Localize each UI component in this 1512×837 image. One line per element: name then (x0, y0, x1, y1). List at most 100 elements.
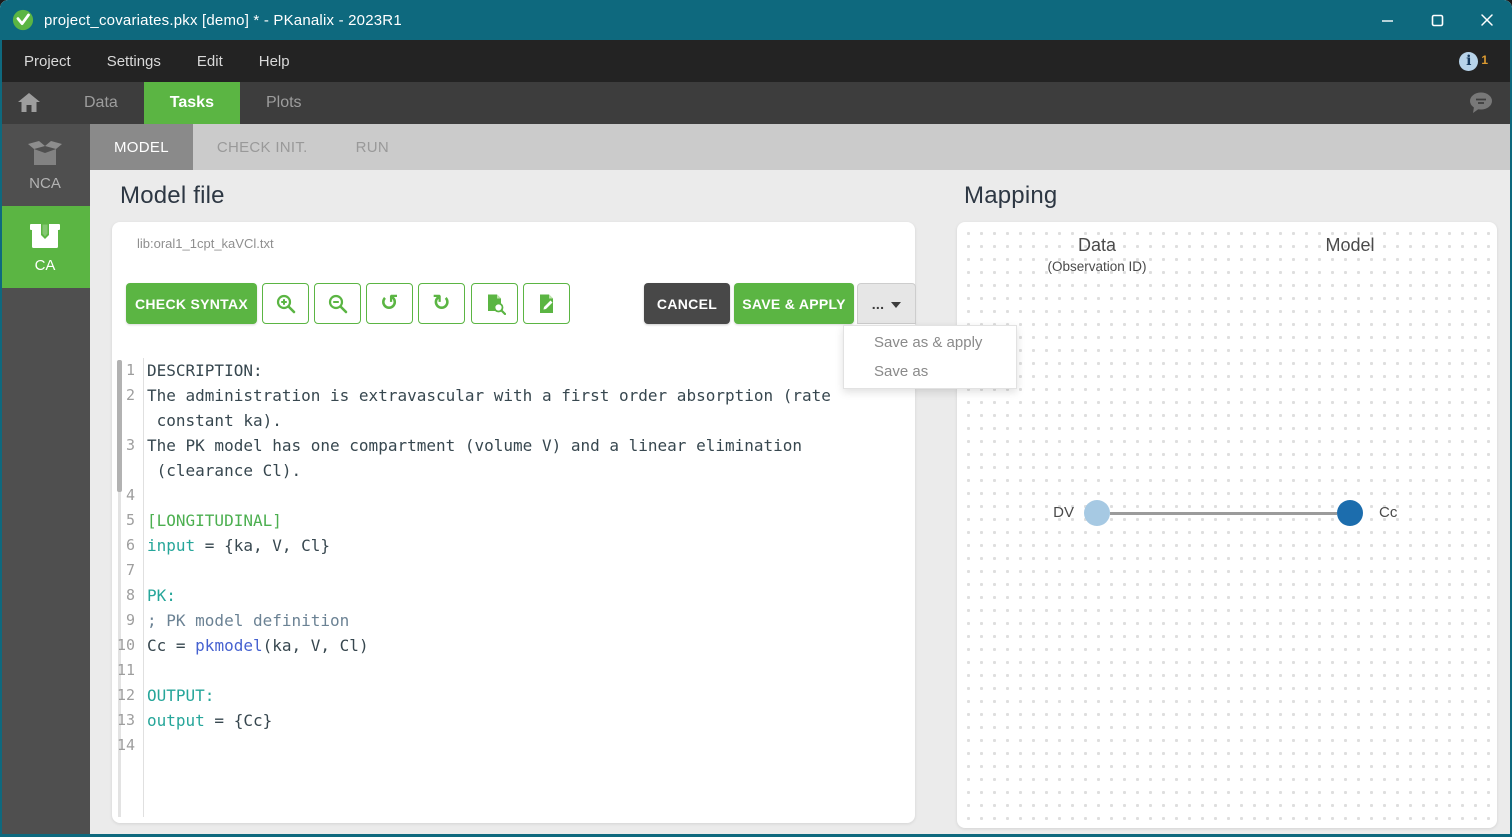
subtab-run[interactable]: RUN (332, 124, 413, 170)
notification-count: 1 (1481, 53, 1488, 67)
subtab-model[interactable]: MODEL (90, 124, 193, 170)
save-apply-button[interactable]: SAVE & APPLY (734, 283, 854, 324)
line-text: The PK model has one compartment (volume… (135, 433, 802, 458)
pkanalix-logo-icon (12, 9, 34, 31)
mapping-target-node[interactable] (1337, 500, 1363, 526)
redo-button[interactable]: ↻ (418, 283, 465, 324)
check-syntax-button[interactable]: CHECK SYNTAX (126, 283, 257, 324)
close-button[interactable] (1462, 0, 1512, 40)
more-label: ... (872, 296, 885, 312)
code-line[interactable]: 3The PK model has one compartment (volum… (112, 433, 913, 458)
edit-file-button[interactable] (523, 283, 570, 324)
mapping-card: Data (Observation ID) Model DV Cc (957, 222, 1497, 828)
notifications[interactable]: i 1 (1459, 52, 1488, 71)
code-line[interactable]: 10Cc = pkmodel(ka, V, Cl) (112, 633, 913, 658)
code-line[interactable]: 7 (112, 558, 913, 583)
line-text (135, 733, 147, 758)
line-number: 14 (112, 733, 135, 758)
titlebar: project_covariates.pkx [demo] * - PKanal… (0, 0, 1512, 40)
document-edit-icon (537, 293, 557, 315)
menu-project[interactable]: Project (12, 53, 83, 70)
open-box-icon (26, 139, 64, 169)
model-file-card: lib:oral1_1cpt_kaVCl.txt CHECK SYNTAX (112, 222, 915, 823)
code-line[interactable]: 11 (112, 658, 913, 683)
code-line[interactable]: 12OUTPUT: (112, 683, 913, 708)
line-number: 3 (112, 433, 135, 458)
mapping-source-label: DV (1050, 504, 1074, 521)
sidebar-item-nca[interactable]: NCA (0, 124, 90, 206)
line-text: ; PK model definition (135, 608, 349, 633)
menu-edit[interactable]: Edit (185, 53, 235, 70)
code-line[interactable]: (clearance Cl). (112, 458, 913, 483)
minimize-button[interactable] (1362, 0, 1412, 40)
undo-button[interactable]: ↺ (366, 283, 413, 324)
line-text (135, 558, 147, 583)
sidebar-item-ca[interactable]: CA (0, 206, 90, 288)
line-text: output = {Cc} (135, 708, 272, 733)
code-line[interactable]: 2The administration is extravascular wit… (112, 383, 913, 408)
feedback-button[interactable] (1450, 82, 1512, 124)
menu-item-save-as-apply[interactable]: Save as & apply (844, 328, 1016, 357)
app-window: project_covariates.pkx [demo] * - PKanal… (0, 0, 1512, 837)
mapping-heading: Mapping (964, 182, 1057, 210)
tab-plots[interactable]: Plots (240, 82, 328, 124)
menu-help[interactable]: Help (247, 53, 302, 70)
model-code-editor[interactable]: 1DESCRIPTION:2The administration is extr… (112, 358, 915, 817)
tab-tasks[interactable]: Tasks (144, 82, 240, 124)
code-line[interactable]: 6input = {ka, V, Cl} (112, 533, 913, 558)
chevron-down-icon (891, 302, 901, 308)
code-line[interactable]: 5[LONGITUDINAL] (112, 508, 913, 533)
code-line[interactable]: 4 (112, 483, 913, 508)
code-line[interactable]: 9; PK model definition (112, 608, 913, 633)
zoom-out-icon (327, 293, 349, 315)
zoom-in-button[interactable] (262, 283, 309, 324)
mapping-connection-line (1110, 512, 1337, 515)
zoom-out-button[interactable] (314, 283, 361, 324)
line-text: constant ka). (135, 408, 282, 433)
line-number: 12 (112, 683, 135, 708)
main-area: MODEL CHECK INIT. RUN Model file lib:ora… (90, 124, 1512, 837)
menu-item-save-as[interactable]: Save as (844, 357, 1016, 386)
window-controls (1362, 0, 1512, 40)
chat-icon (1467, 90, 1495, 116)
line-number: 11 (112, 658, 135, 683)
line-number: 2 (112, 383, 135, 408)
subtab-check-init[interactable]: CHECK INIT. (193, 124, 332, 170)
line-text: input = {ka, V, Cl} (135, 533, 330, 558)
code-line[interactable]: constant ka). (112, 408, 913, 433)
line-number: 7 (112, 558, 135, 583)
preview-model-button[interactable] (471, 283, 518, 324)
code-rows: 1DESCRIPTION:2The administration is extr… (112, 358, 913, 758)
closed-box-icon (27, 221, 63, 251)
model-filename: lib:oral1_1cpt_kaVCl.txt (137, 236, 274, 251)
code-line[interactable]: 1DESCRIPTION: (112, 358, 913, 383)
code-line[interactable]: 13output = {Cc} (112, 708, 913, 733)
home-icon (16, 91, 42, 115)
mapping-source-node[interactable] (1084, 500, 1110, 526)
cancel-button[interactable]: CANCEL (644, 283, 730, 324)
menu-settings[interactable]: Settings (95, 53, 173, 70)
line-text: [LONGITUDINAL] (135, 508, 282, 533)
code-line[interactable]: 8PK: (112, 583, 913, 608)
home-button[interactable] (0, 82, 58, 124)
line-number: 6 (112, 533, 135, 558)
line-text (135, 658, 147, 683)
tab-data[interactable]: Data (58, 82, 144, 124)
line-number: 10 (112, 633, 135, 658)
info-icon: i (1459, 52, 1478, 71)
mapping-data-column-subheader: (Observation ID) (1047, 259, 1146, 274)
menubar: Project Settings Edit Help i 1 (0, 40, 1512, 82)
mapping-model-column-header: Model (1325, 235, 1374, 256)
line-number: 5 (112, 508, 135, 533)
more-save-options-button[interactable]: ... (857, 283, 916, 324)
task-sidebar: NCA CA (0, 124, 90, 837)
model-toolbar: CHECK SYNTAX (126, 283, 902, 324)
maximize-button[interactable] (1412, 0, 1462, 40)
line-number: 9 (112, 608, 135, 633)
save-options-menu: Save as & apply Save as (843, 325, 1017, 389)
code-line[interactable]: 14 (112, 733, 913, 758)
line-number (112, 458, 135, 483)
window-title: project_covariates.pkx [demo] * - PKanal… (44, 12, 402, 29)
document-search-icon (484, 293, 506, 315)
zoom-in-icon (275, 293, 297, 315)
